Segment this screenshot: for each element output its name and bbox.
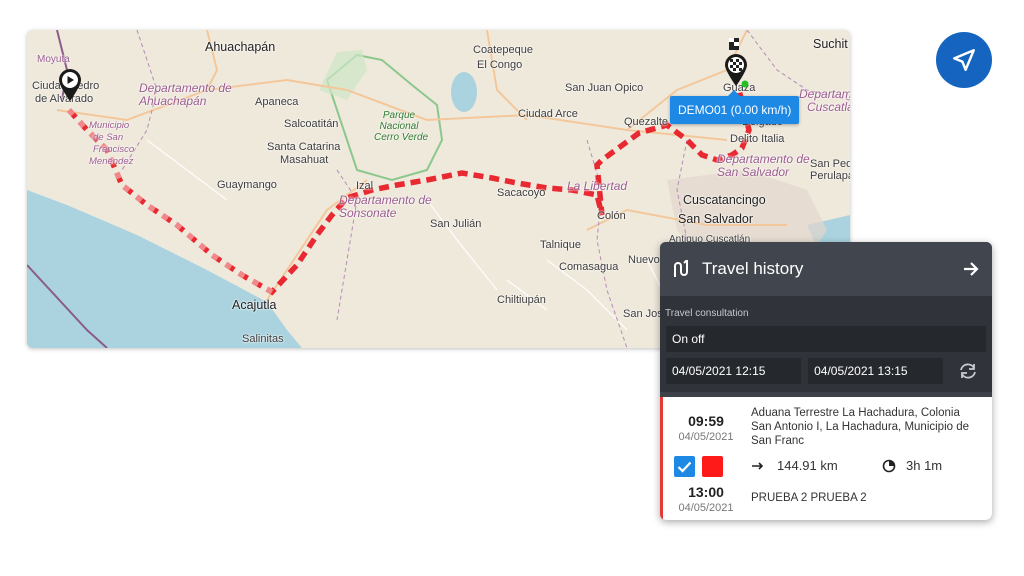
travel-history-panel: Travel history Travel consultation On of… [660, 242, 992, 520]
date-to-field[interactable]: 04/05/2021 13:15 [808, 358, 944, 384]
map-label: Salcoatitán [284, 118, 339, 130]
refresh-button[interactable] [950, 358, 986, 384]
trip-end-date: 04/05/2021 [678, 502, 734, 514]
map-label: Ahuachapán [205, 40, 276, 54]
start-marker-icon[interactable] [57, 68, 83, 102]
map-label: Ciudad Arce [518, 108, 578, 120]
map-label: Talnique [540, 239, 581, 251]
map-label: Salinitas [242, 333, 284, 345]
map-label: La Libertad [567, 179, 628, 193]
route-icon [674, 260, 688, 277]
map-label: Coatepeque [473, 44, 533, 56]
map-label: Colón [597, 210, 626, 222]
check-icon [677, 461, 692, 473]
trip-color-bar [660, 397, 663, 520]
map-label: de San [93, 132, 124, 143]
map-label: Apaneca [255, 96, 299, 108]
map-label: Cuscatlán [807, 100, 850, 114]
mode-select[interactable]: On off [666, 326, 986, 352]
trip-item[interactable]: 09:59 04/05/2021 13:00 04/05/2021 Aduana… [660, 397, 992, 520]
map-label: San Ped [810, 158, 850, 170]
panel-header: Travel history [660, 242, 992, 296]
map-label: Cuscatancingo [683, 193, 766, 207]
map-label: Acajutla [232, 298, 277, 312]
map-label: Sacacoyo [497, 187, 546, 199]
device-label[interactable]: DEMO01 (0.00 km/h) [670, 90, 800, 124]
map-label: Santa Catarina [267, 141, 341, 153]
map-label: Francisco [93, 144, 135, 155]
map-label: Masahuat [280, 154, 329, 166]
duration-value: 3h 1m [906, 458, 943, 473]
trip-driver: PRUEBA 2 PRUEBA 2 [751, 492, 867, 504]
map-label: Municipio [89, 120, 130, 131]
date-from-field[interactable]: 04/05/2021 12:15 [666, 358, 802, 384]
trip-distance: 144.91 km [751, 458, 838, 473]
clock-icon [882, 459, 896, 472]
panel-subtitle: Travel consultation [660, 296, 992, 322]
trip-end-time: 13:00 [688, 484, 724, 500]
map-label: Perulapa [810, 170, 850, 182]
trip-visible-checkbox[interactable] [674, 456, 695, 477]
map-label: Chiltiupán [497, 294, 546, 306]
map-label: Suchit [813, 37, 848, 51]
map-label: San Jos [623, 308, 663, 320]
arrow-right-icon[interactable] [962, 260, 980, 278]
map-label: San Julián [430, 218, 482, 230]
panel-title: Travel history [702, 259, 804, 278]
map-label: San Juan Opico [565, 82, 644, 94]
map-label: Nuevo [628, 254, 660, 266]
map-label: Delito Italia [730, 133, 785, 145]
navigation-arrow-icon [953, 49, 975, 71]
map-label: El Congo [477, 59, 523, 71]
map-label: Departamento de Sonsonate [339, 193, 432, 220]
arrow-right-small-icon [752, 461, 764, 470]
checkered-flag-marker-icon[interactable] [723, 36, 749, 88]
distance-value: 144.91 km [777, 458, 838, 473]
navigation-button[interactable] [936, 32, 992, 88]
map-label: Departamento de San Salvador [717, 152, 810, 179]
map-label: Guaymango [217, 179, 277, 191]
map-label: Quezalte [624, 116, 669, 128]
map-label: Izal [356, 180, 374, 192]
trip-start-date: 04/05/2021 [678, 431, 734, 443]
trip-color-swatch[interactable] [702, 456, 723, 477]
trip-duration: 3h 1m [882, 458, 942, 473]
refresh-icon [960, 363, 977, 379]
map-label: Parque Nacional Cerro Verde [374, 110, 429, 143]
map-label: Menéndez [89, 156, 134, 167]
trip-start-time: 09:59 [688, 413, 724, 429]
map-label: Departamento [799, 87, 850, 101]
map-label: Departamento de Ahuachapán [139, 81, 232, 108]
map-label: Comasagua [559, 261, 619, 273]
map-label: San Salvador [678, 212, 754, 226]
map-label: Moyuta [37, 54, 70, 65]
trip-address: Aduana Terrestre La Hachadura, Colonia S… [751, 407, 970, 447]
